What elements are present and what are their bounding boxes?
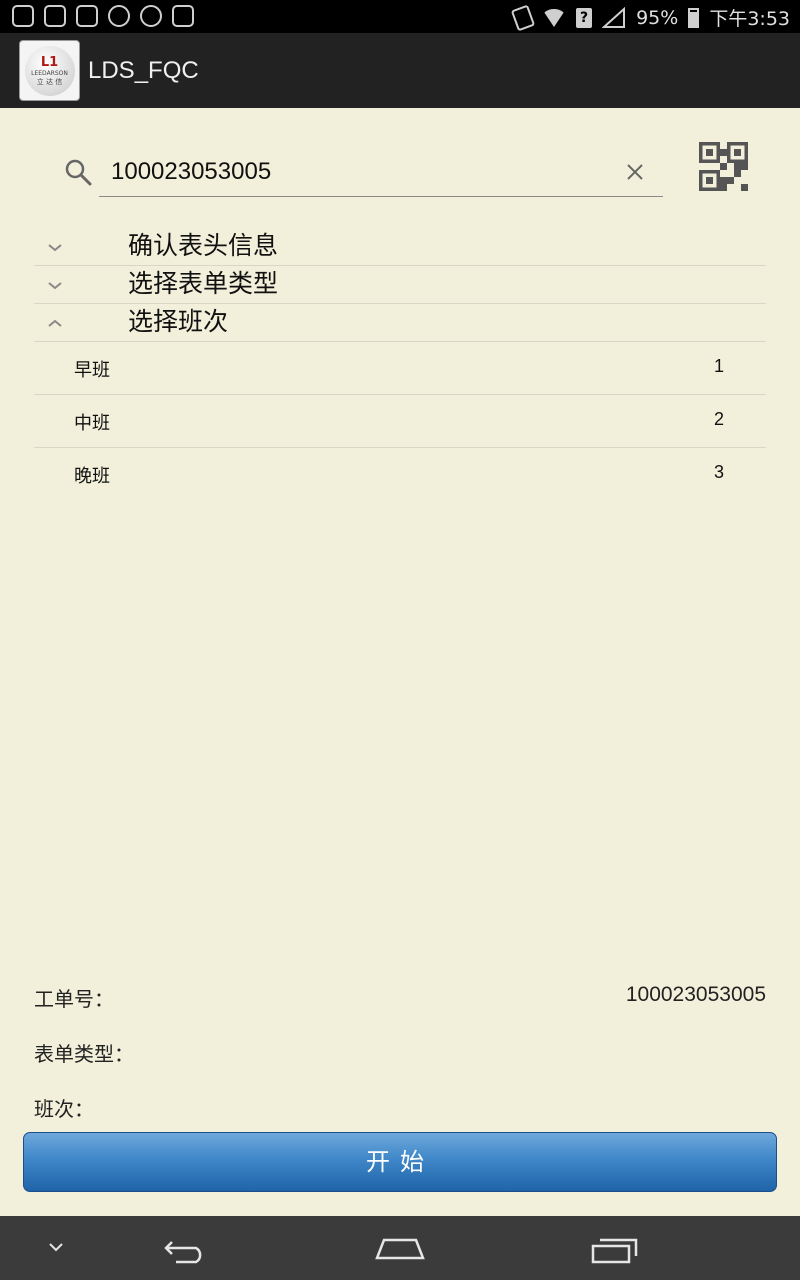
status-bar: ? 95% 下午3:53: [0, 0, 800, 33]
group-label: 选择班次: [128, 307, 229, 336]
search-input[interactable]: [111, 156, 601, 188]
usb-icon: [172, 5, 194, 27]
notification-icons: [12, 5, 194, 27]
order-label: 工单号：: [34, 987, 114, 1011]
group-label: 确认表头信息: [128, 231, 279, 260]
chevron-down-icon: [48, 282, 62, 290]
logo-disc: L1 LEEDARSON 立 达 信: [24, 45, 75, 96]
home-icon[interactable]: [374, 1234, 426, 1266]
shift-item-night[interactable]: 晚班 3: [34, 448, 766, 501]
android-icon: [140, 5, 162, 27]
vibrate-icon: [510, 4, 536, 31]
shift-value: 1: [713, 356, 724, 376]
notification-icon: [12, 5, 34, 27]
notification-icon: [44, 5, 66, 27]
chevron-down-icon: [48, 244, 62, 252]
clear-icon[interactable]: [625, 162, 645, 182]
shift-label: 班次：: [34, 1097, 94, 1121]
wifi-icon: [542, 8, 567, 27]
group-label: 选择表单类型: [128, 269, 279, 298]
logo-brand-cn: 立 达 信: [36, 77, 63, 86]
group-confirm-header[interactable]: 确认表头信息: [34, 228, 766, 266]
qr-code-icon[interactable]: [699, 142, 748, 191]
shift-value: 3: [713, 462, 724, 482]
shift-item-middle[interactable]: 中班 2: [34, 395, 766, 448]
shift-value: 2: [713, 409, 724, 429]
shift-name: 晚班: [74, 466, 110, 487]
app-logo[interactable]: L1 LEEDARSON 立 达 信: [19, 40, 80, 101]
back-icon[interactable]: [162, 1236, 210, 1264]
logo-mark: L1: [40, 54, 59, 70]
order-value: 100023053005: [625, 983, 766, 1006]
summary-shift: 班次：: [34, 1093, 766, 1123]
notification-icon: [76, 5, 98, 27]
battery-percent: 95%: [636, 6, 679, 29]
summary-order: 工单号： 100023053005: [34, 983, 766, 1013]
navigation-bar: [0, 1216, 800, 1280]
form-type-label: 表单类型：: [34, 1042, 134, 1066]
clock: 下午3:53: [709, 8, 790, 30]
search-icon: [65, 159, 92, 186]
shift-item-morning[interactable]: 早班 1: [34, 342, 766, 395]
summary-form-type: 表单类型：: [34, 1038, 766, 1068]
group-shift[interactable]: 选择班次: [34, 304, 766, 342]
battery-icon: [688, 7, 700, 28]
shift-name: 早班: [74, 360, 110, 381]
recents-icon[interactable]: [590, 1236, 640, 1266]
shift-name: 中班: [74, 413, 110, 434]
sync-icon: [108, 5, 130, 27]
sim-icon: ?: [576, 7, 593, 28]
start-button[interactable]: 开始: [23, 1132, 777, 1192]
group-form-type[interactable]: 选择表单类型: [34, 266, 766, 304]
search-box: [99, 148, 663, 197]
logo-brand: LEEDARSON: [31, 69, 68, 77]
app-title: LDS_FQC: [88, 57, 199, 84]
action-bar: L1 LEEDARSON 立 达 信 LDS_FQC: [0, 33, 800, 108]
chevron-up-icon: [48, 319, 62, 327]
status-right: ? 95% 下午3:53: [510, 4, 790, 31]
signal-icon: [602, 6, 626, 28]
hide-keyboard-icon[interactable]: [46, 1240, 66, 1254]
